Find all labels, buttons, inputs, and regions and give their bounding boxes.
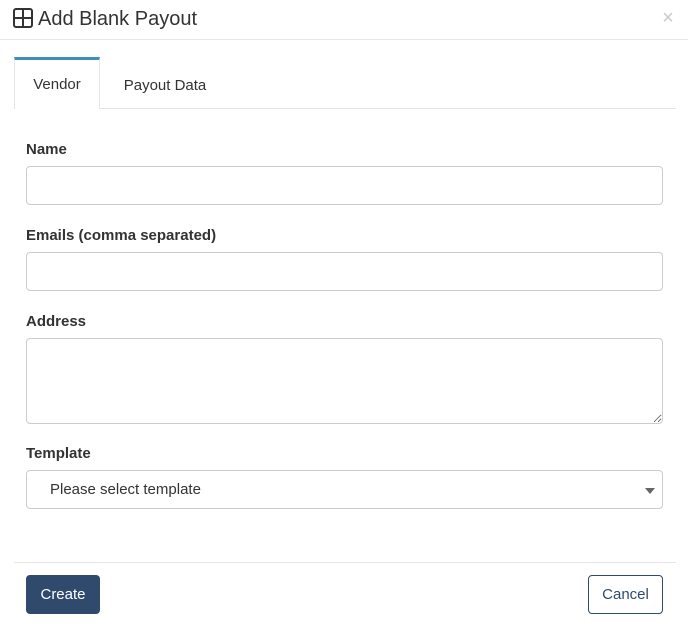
template-label: Template — [26, 445, 91, 462]
tab-vendor[interactable]: Vendor — [14, 57, 100, 109]
tab-bar: Vendor Payout Data — [14, 57, 676, 109]
caret-down-icon — [645, 488, 655, 494]
modal-title: Add Blank Payout — [38, 8, 197, 30]
create-button[interactable]: Create — [26, 575, 100, 614]
grid-icon — [13, 8, 33, 28]
template-select[interactable]: Please select template — [26, 470, 663, 509]
emails-input[interactable] — [26, 252, 663, 291]
address-textarea[interactable] — [26, 338, 663, 424]
template-selected-value: Please select template — [50, 481, 201, 498]
cancel-button[interactable]: Cancel — [588, 575, 663, 614]
add-blank-payout-modal: Add Blank Payout × Vendor Payout Data Na… — [0, 0, 688, 640]
emails-label: Emails (comma separated) — [26, 227, 217, 244]
name-input[interactable] — [26, 166, 663, 205]
close-icon[interactable]: × — [660, 7, 676, 29]
footer-divider — [14, 562, 676, 563]
name-label: Name — [26, 141, 67, 158]
address-label: Address — [26, 313, 87, 330]
tab-payout-data[interactable]: Payout Data — [100, 57, 230, 108]
modal-header: Add Blank Payout × — [0, 0, 688, 40]
